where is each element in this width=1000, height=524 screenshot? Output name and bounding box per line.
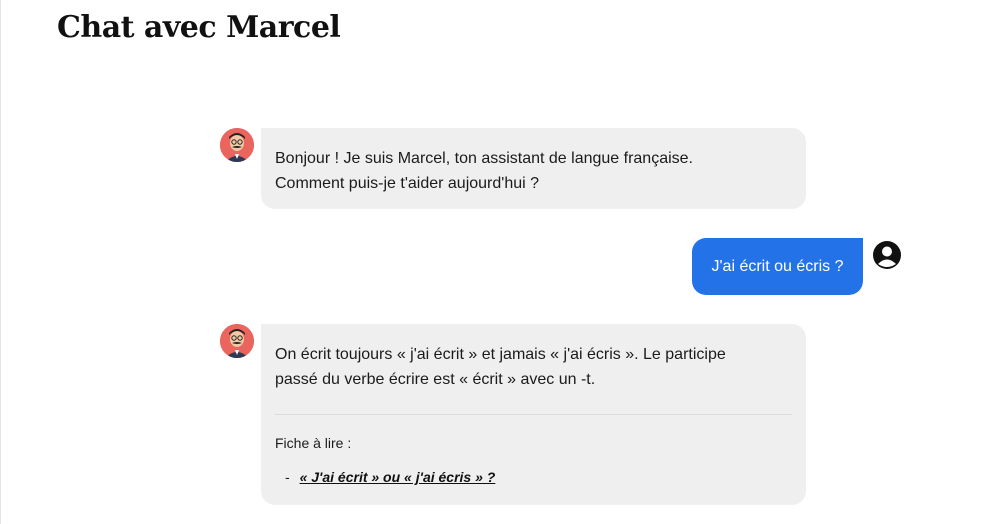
user-circle-icon xyxy=(872,240,902,270)
message-divider xyxy=(275,414,792,415)
left-border xyxy=(0,0,1,524)
page-title: Chat avec Marcel xyxy=(57,10,341,45)
fiche-list-item: - « J'ai écrit » ou « j'ai écris » ? xyxy=(275,467,792,487)
user-message-1-text: J'ai écrit ou écris ? xyxy=(711,257,844,275)
bot-message-1-line-1: Bonjour ! Je suis Marcel, ton assistant … xyxy=(275,150,693,167)
user-message-1: J'ai écrit ou écris ? xyxy=(692,238,863,295)
bot-avatar xyxy=(220,128,254,162)
bot-avatar xyxy=(220,324,254,358)
fiche-bullet: - xyxy=(285,469,290,485)
bot-message-1-line-2: Comment puis-je t'aider aujourd'hui ? xyxy=(275,175,540,192)
bot-message-2-line-2: passé du verbe écrire est « écrit » avec… xyxy=(275,371,596,388)
bot-message-2-line-1: On écrit toujours « j'ai écrit » et jama… xyxy=(275,346,726,363)
fiche-link[interactable]: « J'ai écrit » ou « j'ai écris » ? xyxy=(300,469,496,485)
fiche-label: Fiche à lire : xyxy=(275,435,352,451)
bot-message-1: Bonjour ! Je suis Marcel, ton assistant … xyxy=(261,128,806,209)
bot-message-2: On écrit toujours « j'ai écrit » et jama… xyxy=(261,324,806,505)
